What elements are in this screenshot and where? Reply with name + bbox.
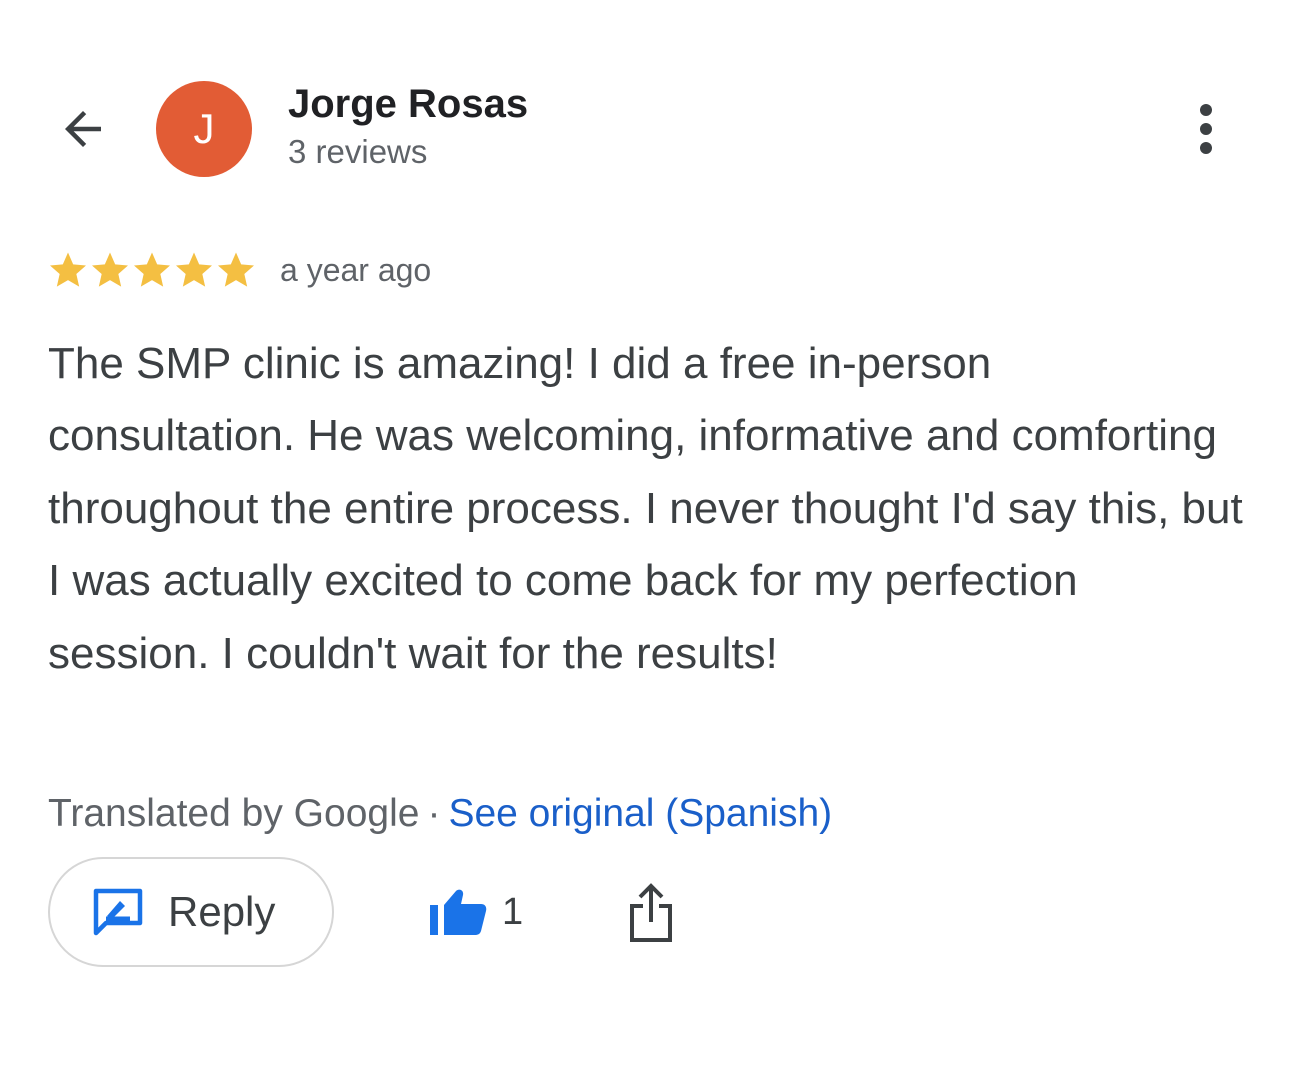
star-icon [218, 252, 254, 287]
more-vert-icon [1200, 104, 1212, 116]
thumb-up-icon [430, 889, 487, 935]
reviews-count: 3 reviews [288, 133, 428, 170]
avatar-letter: J [193, 105, 215, 152]
reviewer-name[interactable]: Jorge Rosas [288, 80, 528, 128]
back-button[interactable] [50, 96, 116, 162]
see-original-link[interactable]: See original (Spanish) [448, 792, 832, 835]
like-count: 1 [502, 890, 524, 933]
translation-info: Translated by Google · See original (Spani… [48, 788, 832, 840]
reviewer-header: J Jorge Rosas 3 reviews [0, 0, 1290, 200]
arrow-back-icon [65, 111, 101, 147]
review-time: a year ago [280, 251, 432, 288]
more-options-button[interactable] [1180, 96, 1232, 162]
reply-button[interactable]: Reply [48, 857, 334, 967]
separator: · [427, 792, 441, 835]
star-rating [48, 250, 256, 290]
star-icon [176, 252, 212, 287]
star-icon [92, 252, 128, 287]
star-icon [50, 252, 86, 287]
like-button[interactable]: 1 [428, 882, 523, 942]
rate-review-icon [93, 888, 143, 936]
avatar[interactable]: J [156, 81, 252, 177]
share-button[interactable] [626, 880, 676, 946]
review-text: The SMP clinic is amazing! I did a free … [48, 339, 1243, 678]
translated-by-label: Translated by Google [48, 792, 420, 835]
star-icon [134, 252, 170, 287]
rating-row: a year ago [48, 248, 431, 292]
reply-label: Reply [168, 888, 276, 935]
share-icon [630, 883, 672, 942]
